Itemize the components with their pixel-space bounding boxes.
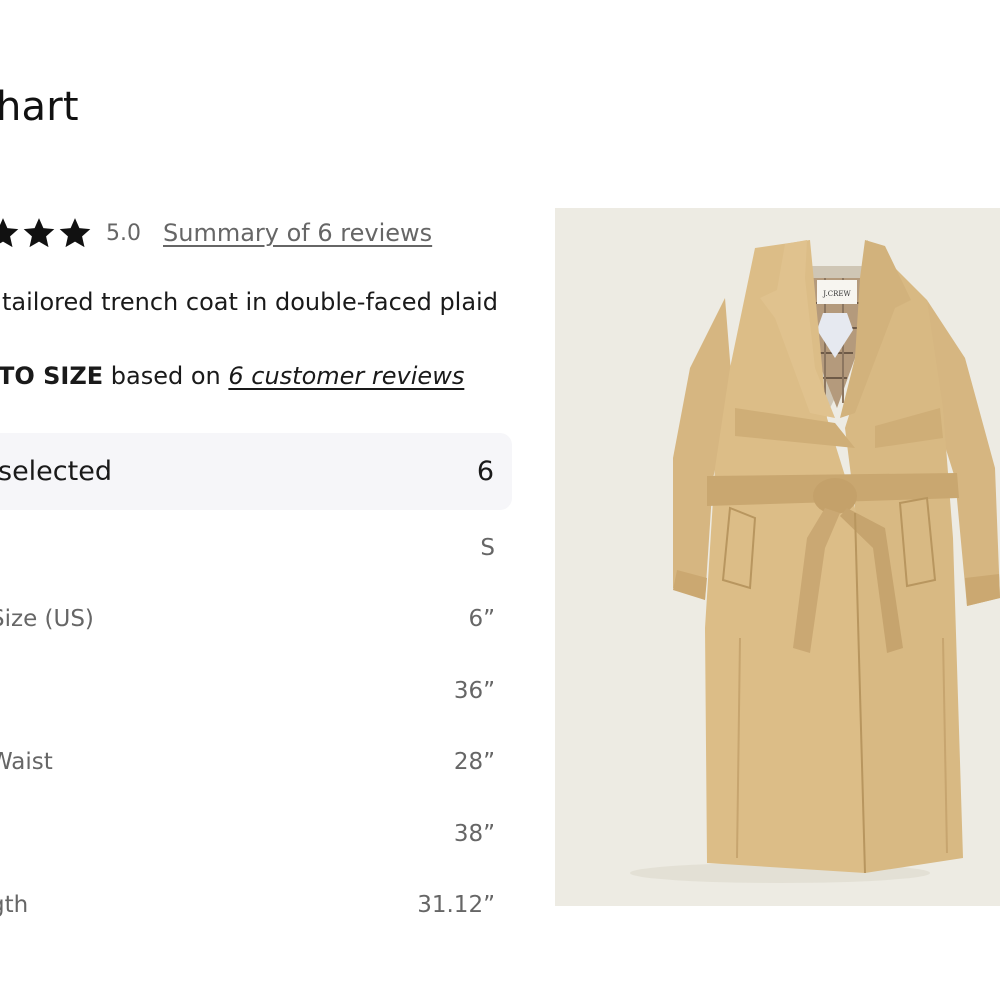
- star-icon: [0, 216, 20, 250]
- measurement-value: 28”: [453, 749, 495, 776]
- measurement-row: 36”: [0, 655, 495, 727]
- measurement-value: 6”: [468, 606, 495, 633]
- rating-value: 5.0: [106, 220, 141, 246]
- measurement-label: gth: [0, 892, 29, 919]
- page-title: hart: [0, 84, 79, 130]
- measurement-value: S: [480, 534, 495, 561]
- product-description: tailored trench coat in double-faced pla…: [2, 288, 498, 316]
- star-icon: [58, 216, 92, 250]
- rating-row: 5.0 Summary of 6 reviews: [0, 210, 432, 256]
- measurement-value: 38”: [453, 820, 495, 847]
- measurement-row: gth 31.12”: [0, 870, 495, 942]
- size-selector-value: 6: [476, 456, 494, 487]
- customer-reviews-link[interactable]: 6 customer reviews: [228, 362, 464, 390]
- measurement-row: 38”: [0, 798, 495, 870]
- measurement-row: ) S: [0, 512, 495, 584]
- measurement-row: Size (US) 6”: [0, 584, 495, 656]
- size-selector[interactable]: selected 6: [0, 433, 512, 510]
- measurements-table: ) S Size (US) 6” 36” Waist 28” 38” gth 3…: [0, 512, 495, 941]
- measurement-value: 36”: [453, 677, 495, 704]
- reviews-summary-link[interactable]: Summary of 6 reviews: [163, 219, 432, 247]
- fit-middle-text: based on: [103, 362, 229, 390]
- fit-verdict: TO SIZE: [0, 362, 104, 390]
- trench-coat-illustration: J.CREW: [630, 240, 1000, 883]
- star-icon: [22, 216, 56, 250]
- measurement-label: Size (US): [0, 606, 94, 633]
- product-image[interactable]: J.CREW: [555, 208, 1000, 906]
- measurement-label: Waist: [0, 749, 53, 776]
- measurement-row: Waist 28”: [0, 727, 495, 799]
- rating-stars: [0, 216, 92, 250]
- brand-label: J.CREW: [822, 290, 851, 298]
- size-selector-label: selected: [0, 456, 112, 487]
- fit-summary: TO SIZE based on 6 customer reviews: [0, 362, 464, 390]
- measurement-value: 31.12”: [417, 892, 495, 919]
